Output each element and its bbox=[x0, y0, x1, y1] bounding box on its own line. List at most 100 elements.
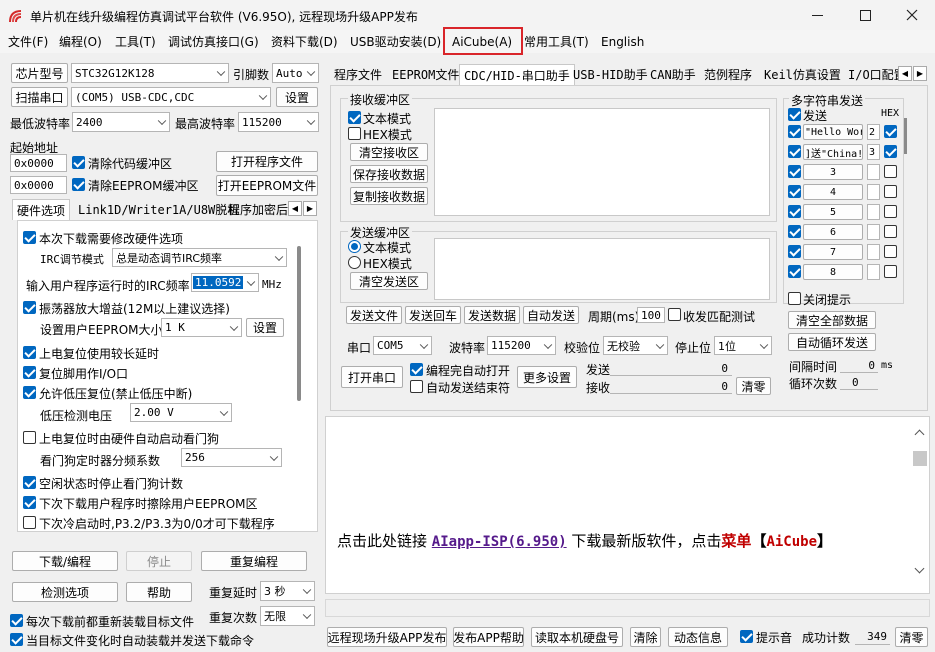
publish-help-button[interactable]: 发布APP帮助 bbox=[453, 627, 524, 647]
read-disk-button[interactable]: 读取本机硬盘号 bbox=[531, 627, 623, 647]
eeprom-size-select[interactable]: 1 K bbox=[161, 318, 242, 337]
multi-row-string-field[interactable] bbox=[867, 164, 880, 180]
multi-row-send-checkbox[interactable] bbox=[788, 125, 801, 138]
tab-scroll-right-icon[interactable]: ▶ bbox=[303, 201, 317, 216]
menu-file[interactable]: 文件(F) bbox=[2, 30, 54, 53]
multi-row-hex-checkbox[interactable] bbox=[884, 205, 897, 218]
eeprom-set-button[interactable]: 设置 bbox=[246, 318, 284, 337]
log-area[interactable] bbox=[325, 416, 930, 594]
stop-bit-select[interactable]: 1位 bbox=[714, 336, 772, 355]
receive-textarea[interactable] bbox=[434, 108, 770, 216]
download-button[interactable]: 下载/编程 bbox=[12, 551, 118, 571]
more-settings-button[interactable]: 更多设置 bbox=[517, 366, 577, 388]
check-options-button[interactable]: 检测选项 bbox=[12, 582, 118, 602]
send-data-button[interactable]: 发送数据 bbox=[464, 306, 520, 324]
scroll-up-icon[interactable] bbox=[914, 429, 925, 440]
reload-checkbox[interactable] bbox=[10, 614, 23, 627]
eeprom-address-field[interactable]: 0x0000 bbox=[10, 176, 67, 194]
recv-count-field[interactable]: 0 bbox=[610, 379, 732, 394]
multi-row-send-checkbox[interactable] bbox=[788, 185, 801, 198]
multi-row-send-checkbox[interactable] bbox=[788, 265, 801, 278]
lv-detect-select[interactable]: 2.00 V bbox=[130, 403, 232, 422]
multi-row-hex-checkbox[interactable] bbox=[884, 165, 897, 178]
multi-row-hex-checkbox[interactable] bbox=[884, 245, 897, 258]
scroll-down-icon[interactable] bbox=[914, 563, 925, 574]
period-field[interactable]: 100 bbox=[637, 307, 665, 323]
multi-row-string-field[interactable] bbox=[867, 224, 880, 240]
loop-count-field[interactable]: 0 bbox=[840, 375, 878, 390]
menu-usb-driver[interactable]: USB驱动安装(D) bbox=[344, 30, 447, 53]
multi-row-send-checkbox[interactable] bbox=[788, 165, 801, 178]
tab-eeprom-file[interactable]: EEPROM文件 bbox=[388, 64, 463, 84]
aiapp-isp-link[interactable]: AIapp-ISP(6.950) bbox=[432, 534, 567, 550]
parity-select[interactable]: 无校验 bbox=[603, 336, 668, 355]
tab-encrypt[interactable]: 程序加密后 bbox=[224, 199, 292, 219]
tab-scroll-left-icon[interactable]: ◀ bbox=[898, 66, 912, 81]
multi-row-send-button[interactable]: ]送"China! bbox=[803, 144, 863, 160]
multi-row-string-field[interactable] bbox=[867, 204, 880, 220]
auto-loop-button[interactable]: 自动循环发送 bbox=[788, 333, 876, 351]
tab-offline[interactable]: Link1D/Writer1A/U8W脱机 bbox=[74, 199, 243, 219]
recv-text-mode-checkbox[interactable] bbox=[348, 111, 361, 124]
tab-scroll-left-icon[interactable]: ◀ bbox=[288, 201, 302, 216]
repeat-delay-select[interactable]: 3 秒 bbox=[260, 581, 315, 601]
open-program-button[interactable]: 打开程序文件 bbox=[216, 151, 318, 172]
multi-row-send-button[interactable]: 6 bbox=[803, 224, 863, 240]
erase-eeprom-checkbox[interactable] bbox=[23, 496, 36, 509]
multi-row-send-button[interactable]: 4 bbox=[803, 184, 863, 200]
wdt-auto-checkbox[interactable] bbox=[23, 431, 36, 444]
menu-debug[interactable]: 调试仿真接口(G) bbox=[162, 30, 265, 53]
low-voltage-checkbox[interactable] bbox=[23, 386, 36, 399]
clear-all-button[interactable]: 清空全部数据 bbox=[788, 311, 876, 329]
multi-row-string-field[interactable]: 3 bbox=[867, 144, 880, 160]
menu-common-tools[interactable]: 常用工具(T) bbox=[518, 30, 595, 53]
multi-row-send-button[interactable]: 5 bbox=[803, 204, 863, 220]
wdt-div-select[interactable]: 256 bbox=[181, 448, 282, 467]
cold-start-checkbox[interactable] bbox=[23, 516, 36, 529]
open-eeprom-button[interactable]: 打开EEPROM文件 bbox=[216, 175, 318, 196]
tab-keil[interactable]: Keil仿真设置 bbox=[760, 64, 845, 84]
publish-app-button[interactable]: 远程现场升级APP发布 bbox=[327, 627, 447, 647]
menu-download[interactable]: 资料下载(D) bbox=[265, 30, 344, 53]
multi-row-send-checkbox[interactable] bbox=[788, 225, 801, 238]
menu-program[interactable]: 编程(O) bbox=[53, 30, 108, 53]
tab-can[interactable]: CAN助手 bbox=[646, 64, 700, 84]
clear-receive-button[interactable]: 清空接收区 bbox=[350, 143, 428, 161]
multi-send-all-checkbox[interactable] bbox=[788, 108, 801, 121]
copy-receive-button[interactable]: 复制接收数据 bbox=[350, 187, 428, 205]
hw-scrollbar[interactable] bbox=[297, 246, 301, 401]
save-receive-button[interactable]: 保存接收数据 bbox=[350, 165, 428, 183]
minimize-icon[interactable] bbox=[812, 15, 823, 16]
pin-count-select[interactable]: Auto bbox=[272, 63, 319, 83]
horizontal-scrollbar[interactable] bbox=[325, 599, 930, 617]
tab-scroll-right-icon[interactable]: ▶ bbox=[913, 66, 927, 81]
long-delay-checkbox[interactable] bbox=[23, 346, 36, 359]
send-return-button[interactable]: 发送回车 bbox=[405, 306, 461, 324]
interval-field[interactable]: 0 bbox=[840, 358, 878, 373]
auto-open-checkbox[interactable] bbox=[410, 363, 423, 376]
dynamic-info-button[interactable]: 动态信息 bbox=[668, 627, 728, 647]
send-file-button[interactable]: 发送文件 bbox=[346, 306, 402, 324]
multi-row-string-field[interactable] bbox=[867, 264, 880, 280]
irc-freq-select[interactable]: 11.0592 bbox=[191, 273, 259, 292]
send-text-mode-radio[interactable] bbox=[348, 240, 361, 253]
clear-code-checkbox[interactable] bbox=[72, 156, 85, 169]
modify-hw-checkbox[interactable] bbox=[23, 231, 36, 244]
max-baud-select[interactable]: 115200 bbox=[238, 112, 319, 132]
multi-row-send-button[interactable]: 3 bbox=[803, 164, 863, 180]
tab-serial-assistant[interactable]: CDC/HID-串口助手 bbox=[459, 64, 575, 85]
multi-row-string-field[interactable] bbox=[867, 244, 880, 260]
log-aicube[interactable]: AiCube bbox=[766, 534, 817, 550]
open-port-button[interactable]: 打开串口 bbox=[341, 366, 403, 388]
clear-count-button[interactable]: 清零 bbox=[736, 377, 771, 395]
stop-button[interactable]: 停止 bbox=[126, 551, 192, 571]
help-button[interactable]: 帮助 bbox=[126, 582, 192, 602]
tab-hardware[interactable]: 硬件选项 bbox=[12, 199, 71, 220]
maximize-icon[interactable] bbox=[860, 10, 871, 21]
multi-row-hex-checkbox[interactable] bbox=[884, 125, 897, 138]
sound-checkbox[interactable] bbox=[740, 630, 753, 643]
idle-wdt-checkbox[interactable] bbox=[23, 476, 36, 489]
send-count-field[interactable]: 0 bbox=[610, 361, 732, 376]
baud-rate-select[interactable]: 115200 bbox=[487, 336, 556, 355]
recv-hex-mode-checkbox[interactable] bbox=[348, 127, 361, 140]
